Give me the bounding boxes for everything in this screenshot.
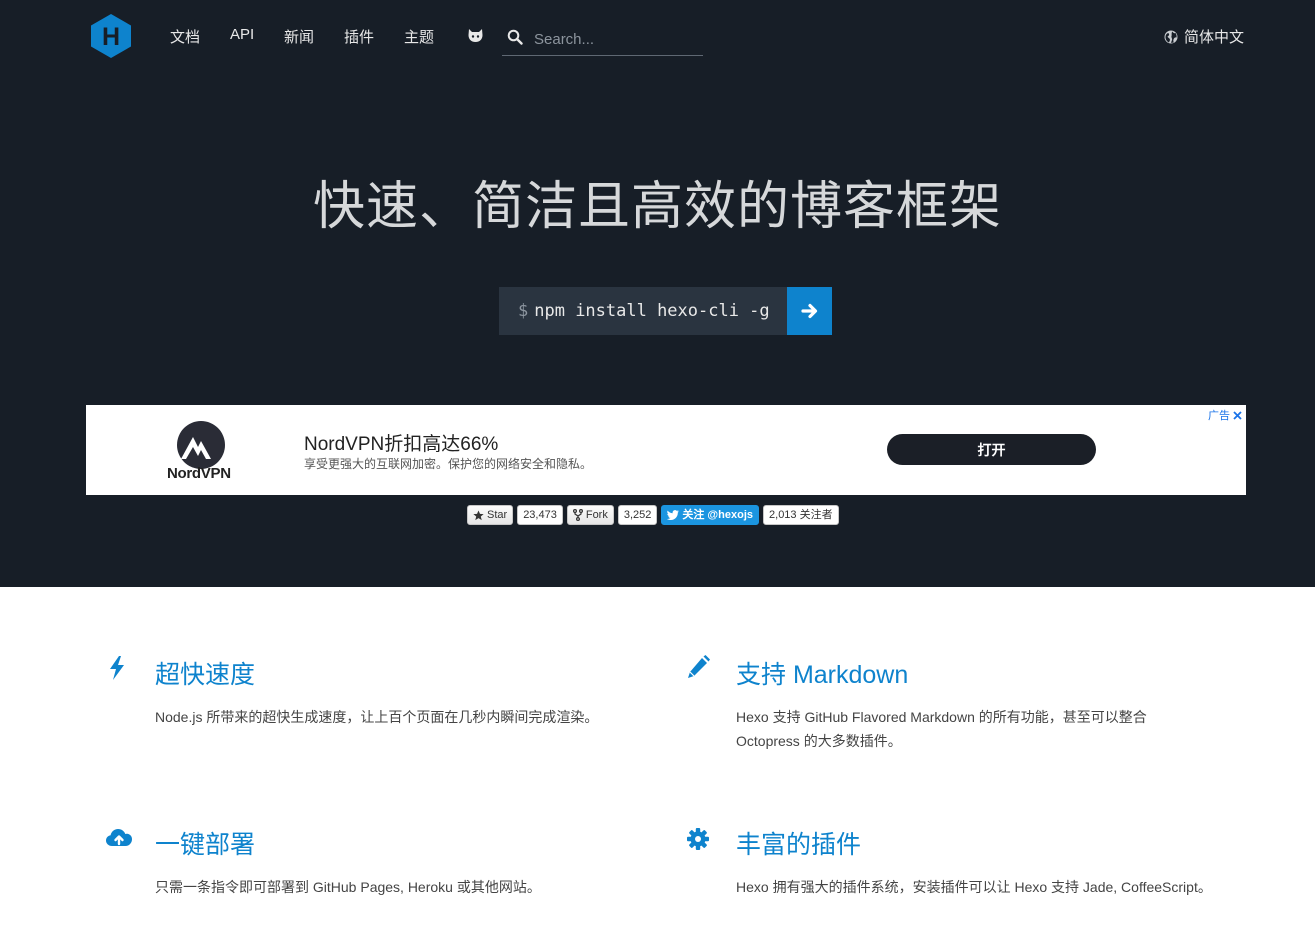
star-label: Star bbox=[487, 509, 508, 521]
close-icon[interactable] bbox=[1233, 410, 1242, 420]
ad-open-button[interactable]: 打开 bbox=[887, 434, 1096, 465]
ad-choices[interactable]: 广告 bbox=[1208, 407, 1242, 423]
fork-count[interactable]: 3,252 bbox=[617, 505, 658, 525]
feature-description: Node.js 所带来的超快生成速度，让上百个页面在几秒内瞬间完成渲染。 bbox=[155, 709, 599, 725]
ad-brand: NordVPN bbox=[167, 465, 231, 482]
search-input[interactable] bbox=[532, 26, 704, 52]
social-badges: Star 23,473 Fork 3,252 关注 @hexojs 2,013 … bbox=[467, 505, 839, 525]
nav-news[interactable]: 新闻 bbox=[284, 26, 314, 47]
gear-icon bbox=[687, 828, 709, 850]
language-selector[interactable]: 简体中文 bbox=[1164, 26, 1244, 47]
github-fork-button[interactable]: Fork bbox=[566, 505, 614, 525]
bolt-icon bbox=[110, 656, 124, 680]
follow-label: 关注 @hexojs bbox=[682, 509, 754, 521]
fork-icon bbox=[572, 509, 583, 521]
feature-title: 超快速度 bbox=[155, 661, 256, 689]
twitter-follow-button[interactable]: 关注 @hexojs bbox=[661, 505, 760, 525]
feature-title: 丰富的插件 bbox=[736, 831, 862, 859]
star-icon bbox=[473, 509, 484, 520]
ad-label-text: 广告 bbox=[1208, 410, 1230, 422]
pencil-icon bbox=[688, 655, 710, 678]
feature-description: Hexo 支持 GitHub Flavored Markdown 的所有功能，甚… bbox=[736, 709, 1147, 749]
hexo-logo[interactable]: H bbox=[89, 13, 133, 59]
get-started-button[interactable] bbox=[787, 287, 832, 335]
nav-themes[interactable]: 主题 bbox=[404, 26, 434, 47]
search-box bbox=[502, 22, 704, 56]
feature-title: 支持 Markdown bbox=[736, 661, 909, 689]
nav-api[interactable]: API bbox=[230, 26, 254, 43]
hero-title: 快速、简洁且高效的博客框架 bbox=[312, 178, 1002, 236]
hero-section: H 文档 API 新闻 插件 主题 简体中文 快速、简洁且高效的博客 bbox=[0, 0, 1315, 587]
feature-description: Hexo 拥有强大的插件系统，安装插件可以让 Hexo 支持 Jade, Cof… bbox=[736, 879, 1212, 895]
twitter-icon bbox=[667, 510, 680, 520]
github-star-button[interactable]: Star bbox=[467, 505, 514, 525]
ad-title: NordVPN折扣高达66% bbox=[304, 434, 499, 455]
nav-docs[interactable]: 文档 bbox=[170, 26, 200, 47]
arrow-right-icon bbox=[800, 303, 817, 319]
fork-label: Fork bbox=[585, 509, 608, 521]
follower-count[interactable]: 2,013 关注者 bbox=[763, 505, 839, 525]
ad-banner[interactable]: NordVPN NordVPN折扣高达66% 享受更强大的互联网加密。保护您的网… bbox=[86, 405, 1246, 495]
github-icon[interactable] bbox=[467, 28, 484, 43]
language-label: 简体中文 bbox=[1184, 29, 1245, 46]
feature-description: 只需一条指令即可部署到 GitHub Pages, Heroku 或其他网站。 bbox=[155, 879, 541, 895]
logo-letter: H bbox=[102, 23, 120, 51]
cloud-upload-icon bbox=[106, 829, 132, 846]
search-icon bbox=[507, 29, 523, 45]
install-command-box[interactable]: $ npm install hexo-cli -g bbox=[499, 287, 787, 335]
ad-description: 享受更强大的互联网加密。保护您的网络安全和隐私。 bbox=[304, 457, 593, 471]
globe-icon bbox=[1164, 30, 1178, 43]
star-count[interactable]: 23,473 bbox=[517, 505, 563, 525]
feature-title: 一键部署 bbox=[155, 831, 256, 859]
install-command: npm install hexo-cli -g bbox=[534, 301, 770, 321]
nav-plugins[interactable]: 插件 bbox=[344, 26, 374, 47]
shell-prompt: $ bbox=[518, 301, 529, 321]
